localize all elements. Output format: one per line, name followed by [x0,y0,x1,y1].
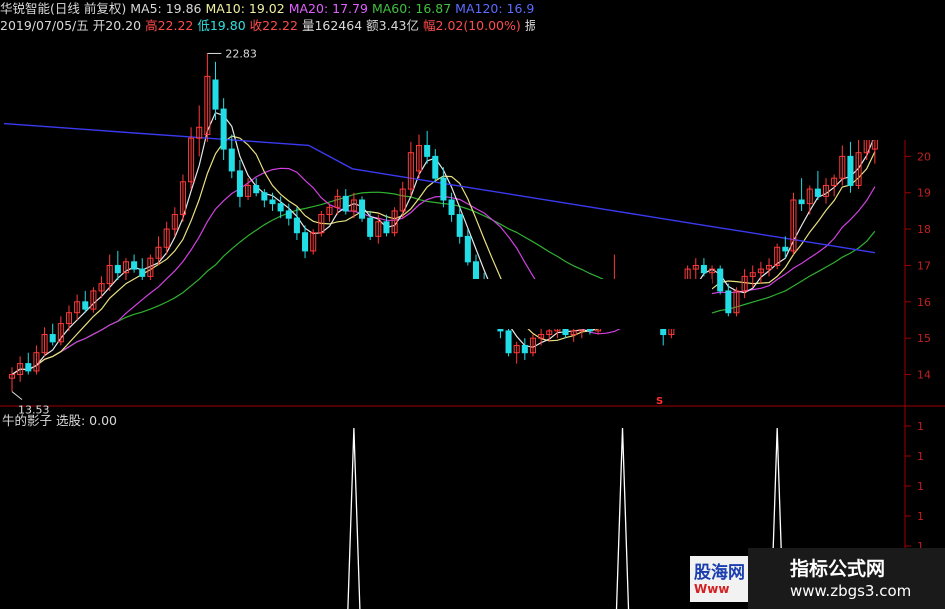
ohlc-values-row: 2019/07/05/五 开20.20 高22.22 低19.80 收22.22 量162… [0,17,540,34]
line2-item-2: 高22.22 [145,18,194,33]
line1-item-3: MA20: 17.79 [288,1,368,16]
watermark-title: 指标公式网 [790,558,886,580]
candle-body-56 [464,235,471,263]
low-marker [11,391,23,401]
candle-body-55 [456,214,463,237]
high-label: 22.83 [225,47,257,60]
candle-body-54 [448,199,455,216]
redacted-block-top [535,0,945,140]
candle-body-34 [285,210,292,219]
candle-body-33 [277,203,284,212]
candle-body-28 [236,170,243,197]
watermark-logo-bottom: Www [694,582,730,596]
line2-item-6: 额3.43亿 [366,18,420,33]
candle-body-9 [82,301,89,310]
candle-body-35 [293,217,300,234]
price-tick-label-3: 17 [917,259,931,272]
line2-item-5: 量162464 [301,18,363,33]
candle-body-44 [367,217,374,237]
candle-body-5 [49,334,56,343]
line1-item-4: MA60: 16.87 [371,1,452,16]
candle-body-103 [847,155,854,186]
watermark-logo-top: 股海网 [694,563,745,583]
candle-body-25 [212,79,219,110]
line2-item-0: 2019/07/05/五 [0,18,89,33]
candle-body-97 [798,199,805,205]
candle-body-36 [302,232,309,252]
line2-item-3: 低19.80 [197,18,246,33]
line2-item-1: 开20.20 [92,18,142,33]
price-tick-label-0: 20 [917,150,931,163]
candle-body-27 [228,148,235,172]
redacted-block-middle [232,279,712,329]
candle-body-53 [440,177,447,201]
line2-item-7: 幅2.02(10.00%) [423,18,521,33]
ind-tick-label-0: 1 [917,420,924,433]
price-tick-label-4: 16 [917,296,931,309]
price-tick-label-2: 18 [917,223,931,236]
line1-item-5: MA120: 16.9 [455,1,535,16]
candle-body-51 [424,144,431,157]
candle-body-99 [814,188,821,197]
candle-body-16 [139,268,146,277]
ma-values-row: 华锐智能(日线 前复权) MA5: 19.86 MA10: 19.02 MA20: 1… [0,0,540,17]
price-tick-label-1: 19 [917,187,931,200]
signal-spike-0 [347,427,361,609]
candle-body-43 [359,199,366,219]
candle-body-61 [505,330,512,354]
signal-spike-1 [615,427,630,609]
line1-item-2: MA10: 19.02 [205,1,285,16]
price-tick-label-5: 15 [917,332,931,345]
candle-body-88 [725,290,732,314]
line1-item-1: MA5: 19.86 [130,1,202,16]
candle-body-26 [220,108,227,150]
stock-chart-window: { "header": { "line1": [ {"text": "华锐智能(… [0,0,945,609]
line1-item-0: 华锐智能(日线 前复权) [0,1,127,16]
candle-body-13 [114,264,121,274]
candle-body-30 [253,184,260,194]
candle-body-63 [521,344,528,354]
candle-body-41 [342,195,349,212]
candle-body-85 [700,264,707,274]
indicator-title: 牛的影子 选股: 0.00 [2,413,117,428]
candle-body-31 [261,192,268,201]
candle-body-95 [782,246,789,252]
quote-info-bar: 华锐智能(日线 前复权) MA5: 19.86 MA10: 19.02 MA20: 1… [0,0,540,36]
candle-body-15 [131,261,138,270]
price-tick-label-6: 14 [917,369,931,382]
candle-body-87 [717,268,724,292]
line2-item-4: 收22.22 [249,18,298,33]
candle-body-52 [432,155,439,179]
sell-marker: S [656,396,663,407]
ma5-line [11,111,876,375]
watermark-url: www.zbgs3.com [790,582,912,600]
candle-body-46 [383,221,390,234]
ind-tick-label-3: 1 [917,510,924,523]
candle-body-2 [25,363,32,372]
ma120-line [3,122,876,254]
candle-body-32 [269,199,276,205]
ind-tick-label-2: 1 [917,480,924,493]
ind-tick-label-1: 1 [917,450,924,463]
